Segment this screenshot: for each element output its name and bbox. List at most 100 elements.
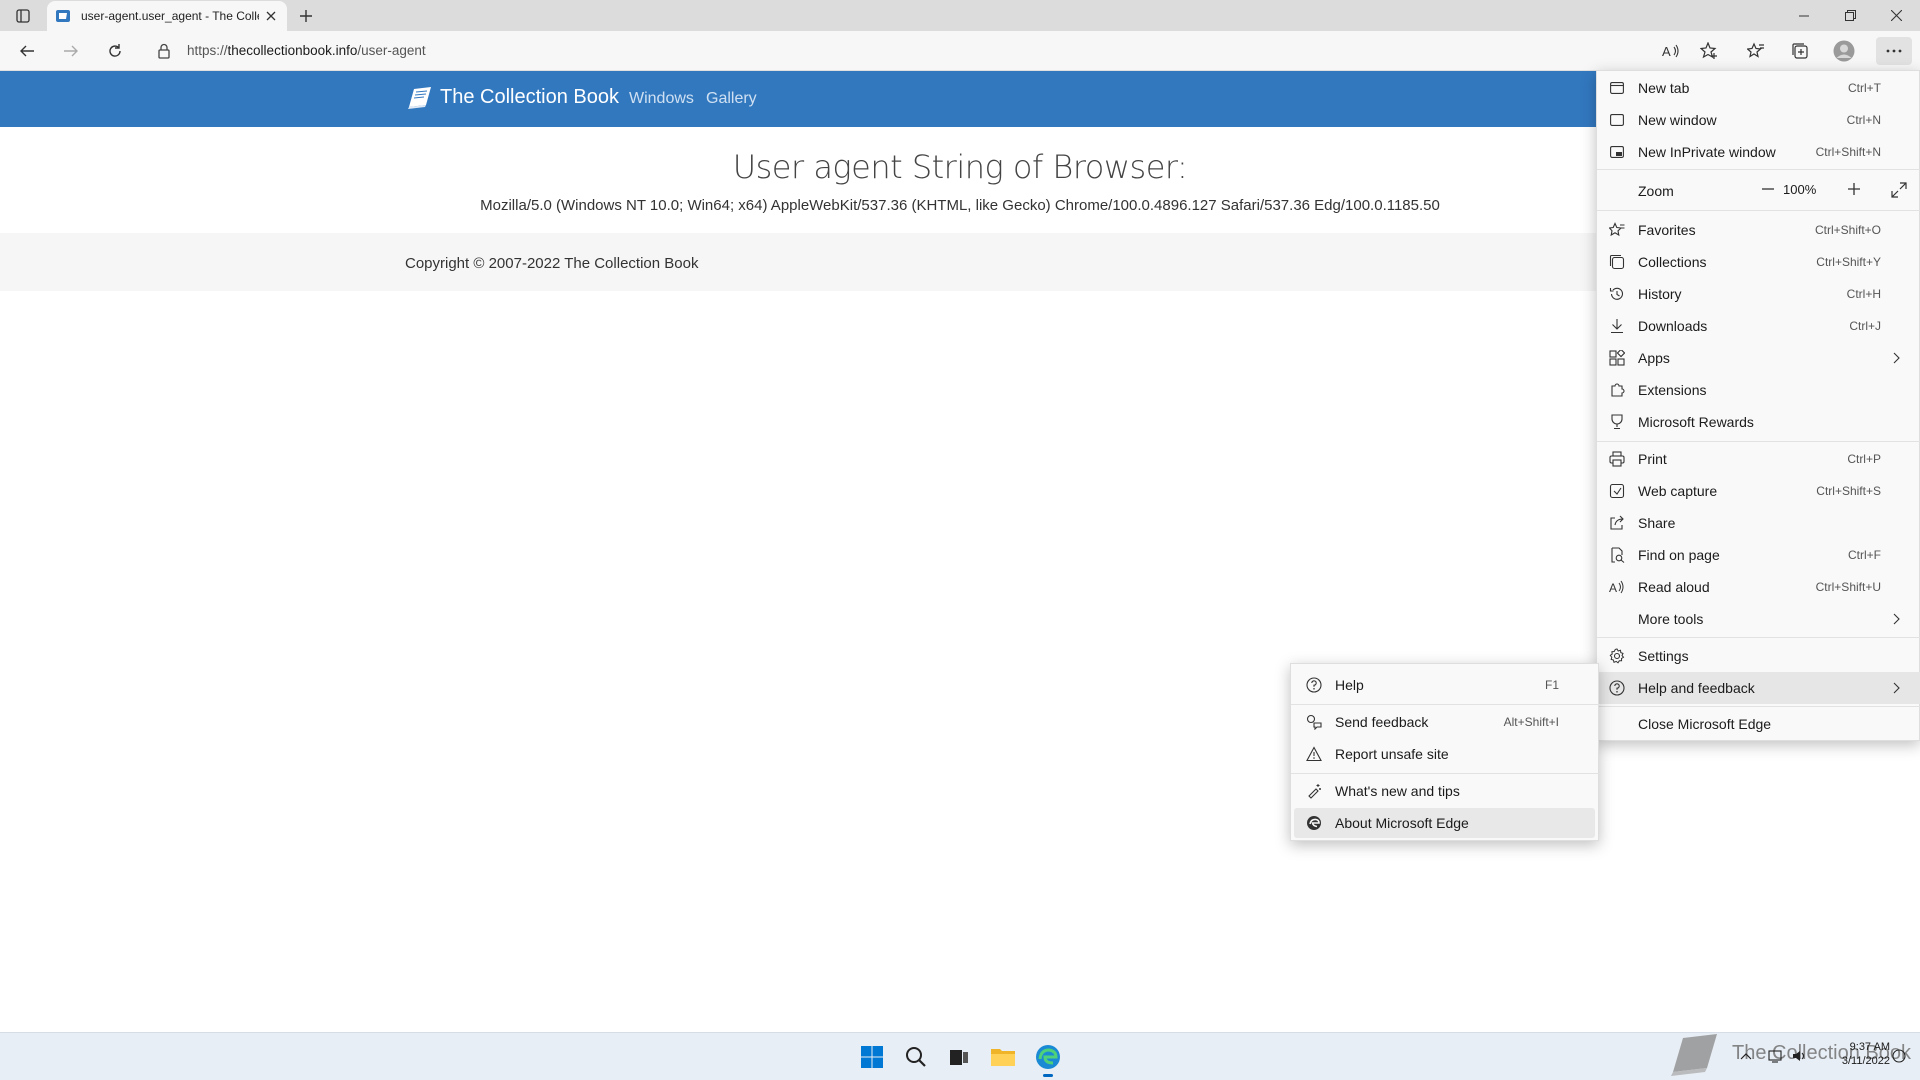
favorites-icon[interactable] [1741,37,1771,65]
tab-strip: user-agent.user_agent - The Collection B… [0,0,1920,31]
menu-label: Extensions [1638,382,1707,398]
read-aloud-icon: A [1609,579,1625,595]
menu-item-new-inprivate-window[interactable]: New InPrivate window Ctrl+Shift+N [1597,136,1920,168]
volume-icon[interactable] [1792,1046,1808,1066]
nav-link-gallery[interactable]: Gallery [706,90,757,108]
help-item-whats-new[interactable]: What's new and tips [1294,776,1595,806]
menu-item-new-tab[interactable]: New tab Ctrl+T [1597,72,1920,104]
menu-separator [1291,773,1600,774]
menu-item-extensions[interactable]: Extensions [1597,374,1920,406]
address-bar[interactable]: https://thecollectionbook.info/user-agen… [187,43,426,58]
minimize-icon[interactable] [1781,0,1827,31]
help-item-about-edge[interactable]: About Microsoft Edge [1294,808,1595,838]
menu-item-downloads[interactable]: Downloads Ctrl+J [1597,310,1920,342]
taskbar [0,1032,1920,1080]
add-favorite-icon[interactable] [1694,37,1724,65]
new-tab-button[interactable] [295,5,317,27]
menu-item-zoom: Zoom 100% [1597,175,1920,207]
new-tab-icon [1609,80,1625,96]
nav-link-windows[interactable]: Windows [629,90,694,108]
chevron-up-icon[interactable] [1740,1046,1752,1066]
menu-label: What's new and tips [1335,783,1460,799]
lock-icon[interactable] [157,43,173,59]
menu-item-web-capture[interactable]: Web capture Ctrl+Shift+S [1597,475,1920,507]
file-explorer-icon[interactable] [987,1041,1019,1073]
help-item-send-feedback[interactable]: Send feedback Alt+Shift+I [1294,707,1595,737]
menu-separator [1597,637,1920,638]
warning-icon [1306,746,1322,762]
menu-label: History [1638,286,1682,302]
menu-label: New InPrivate window [1638,144,1776,160]
more-icon[interactable] [1876,37,1912,65]
tab-title: user-agent.user_agent - The Collection B… [81,9,259,23]
url-host: thecollectionbook.info [227,43,358,58]
back-icon[interactable] [12,37,42,65]
close-window-icon[interactable] [1873,0,1919,31]
menu-label: About Microsoft Edge [1335,815,1469,831]
menu-label: Favorites [1638,222,1696,238]
menu-label: Report unsafe site [1335,746,1449,762]
refresh-icon[interactable] [100,37,130,65]
menu-item-new-window[interactable]: New window Ctrl+N [1597,104,1920,136]
menu-label: New window [1638,112,1717,128]
menu-shortcut: Alt+Shift+I [1503,715,1559,729]
fullscreen-icon[interactable] [1891,182,1907,201]
menu-item-settings[interactable]: Settings [1597,640,1920,672]
menu-label: New tab [1638,80,1690,96]
read-aloud-icon[interactable]: A [1656,37,1686,65]
forward-icon[interactable] [56,37,86,65]
task-view-icon[interactable] [943,1041,975,1073]
menu-item-collections[interactable]: Collections Ctrl+Shift+Y [1597,246,1920,278]
menu-separator [1597,706,1920,707]
menu-item-more-tools[interactable]: More tools [1597,603,1920,635]
collection-book-watermark-icon [1665,1030,1725,1080]
print-icon [1609,451,1625,467]
network-icon[interactable] [1768,1046,1784,1066]
menu-label: Close Microsoft Edge [1638,716,1772,732]
menu-separator [1597,210,1920,211]
extensions-icon [1609,382,1625,398]
menu-label: Downloads [1638,318,1708,334]
tab-actions-icon[interactable] [10,6,36,26]
collections-icon [1609,254,1625,270]
notification-icon[interactable] [1892,1046,1906,1066]
menu-item-microsoft-rewards[interactable]: Microsoft Rewards [1597,406,1920,438]
collection-book-logo-icon[interactable] [404,83,434,113]
help-item-help[interactable]: Help F1 [1294,670,1595,700]
help-submenu: Help F1 Send feedback Alt+Shift+I Report… [1290,663,1600,841]
browser-tab[interactable]: user-agent.user_agent - The Collection B… [47,1,287,31]
menu-shortcut: Ctrl+Shift+S [1816,484,1881,498]
site-brand[interactable]: The Collection Book [440,86,619,109]
menu-label: Apps [1638,350,1670,366]
collection-book-icon [55,8,71,24]
zoom-in-icon[interactable] [1847,182,1861,199]
menu-item-history[interactable]: History Ctrl+H [1597,278,1920,310]
zoom-out-icon[interactable] [1761,182,1775,199]
menu-item-help-and-feedback[interactable]: Help and feedback [1597,672,1920,704]
system-clock[interactable]: 9:37 AM 3/11/2022 [1820,1040,1890,1068]
menu-label: More tools [1638,611,1704,627]
profile-icon[interactable] [1829,37,1859,65]
help-item-report-unsafe-site[interactable]: Report unsafe site [1294,739,1595,769]
start-icon[interactable] [856,1041,888,1073]
edge-icon[interactable] [1032,1041,1064,1077]
menu-shortcut: Ctrl+N [1846,113,1881,127]
restore-icon[interactable] [1827,0,1873,31]
url-path: /user-agent [357,43,426,58]
menu-label: Find on page [1638,547,1720,563]
menu-item-find-on-page[interactable]: Find on page Ctrl+F [1597,539,1920,571]
menu-item-share[interactable]: Share [1597,507,1920,539]
menu-label: Send feedback [1335,714,1429,730]
menu-item-read-aloud[interactable]: A Read aloud Ctrl+Shift+U [1597,571,1920,603]
menu-item-close-edge[interactable]: Close Microsoft Edge [1597,708,1920,740]
menu-item-apps[interactable]: Apps [1597,342,1920,374]
close-tab-icon[interactable] [263,8,279,24]
collections-icon[interactable] [1785,37,1815,65]
menu-shortcut: Ctrl+F [1848,548,1881,562]
search-icon[interactable] [900,1041,932,1073]
menu-shortcut: Ctrl+Shift+N [1815,145,1881,159]
menu-item-favorites[interactable]: Favorites Ctrl+Shift+O [1597,214,1920,246]
menu-shortcut: Ctrl+J [1849,319,1881,333]
menu-separator [1597,169,1920,170]
menu-item-print[interactable]: Print Ctrl+P [1597,443,1920,475]
